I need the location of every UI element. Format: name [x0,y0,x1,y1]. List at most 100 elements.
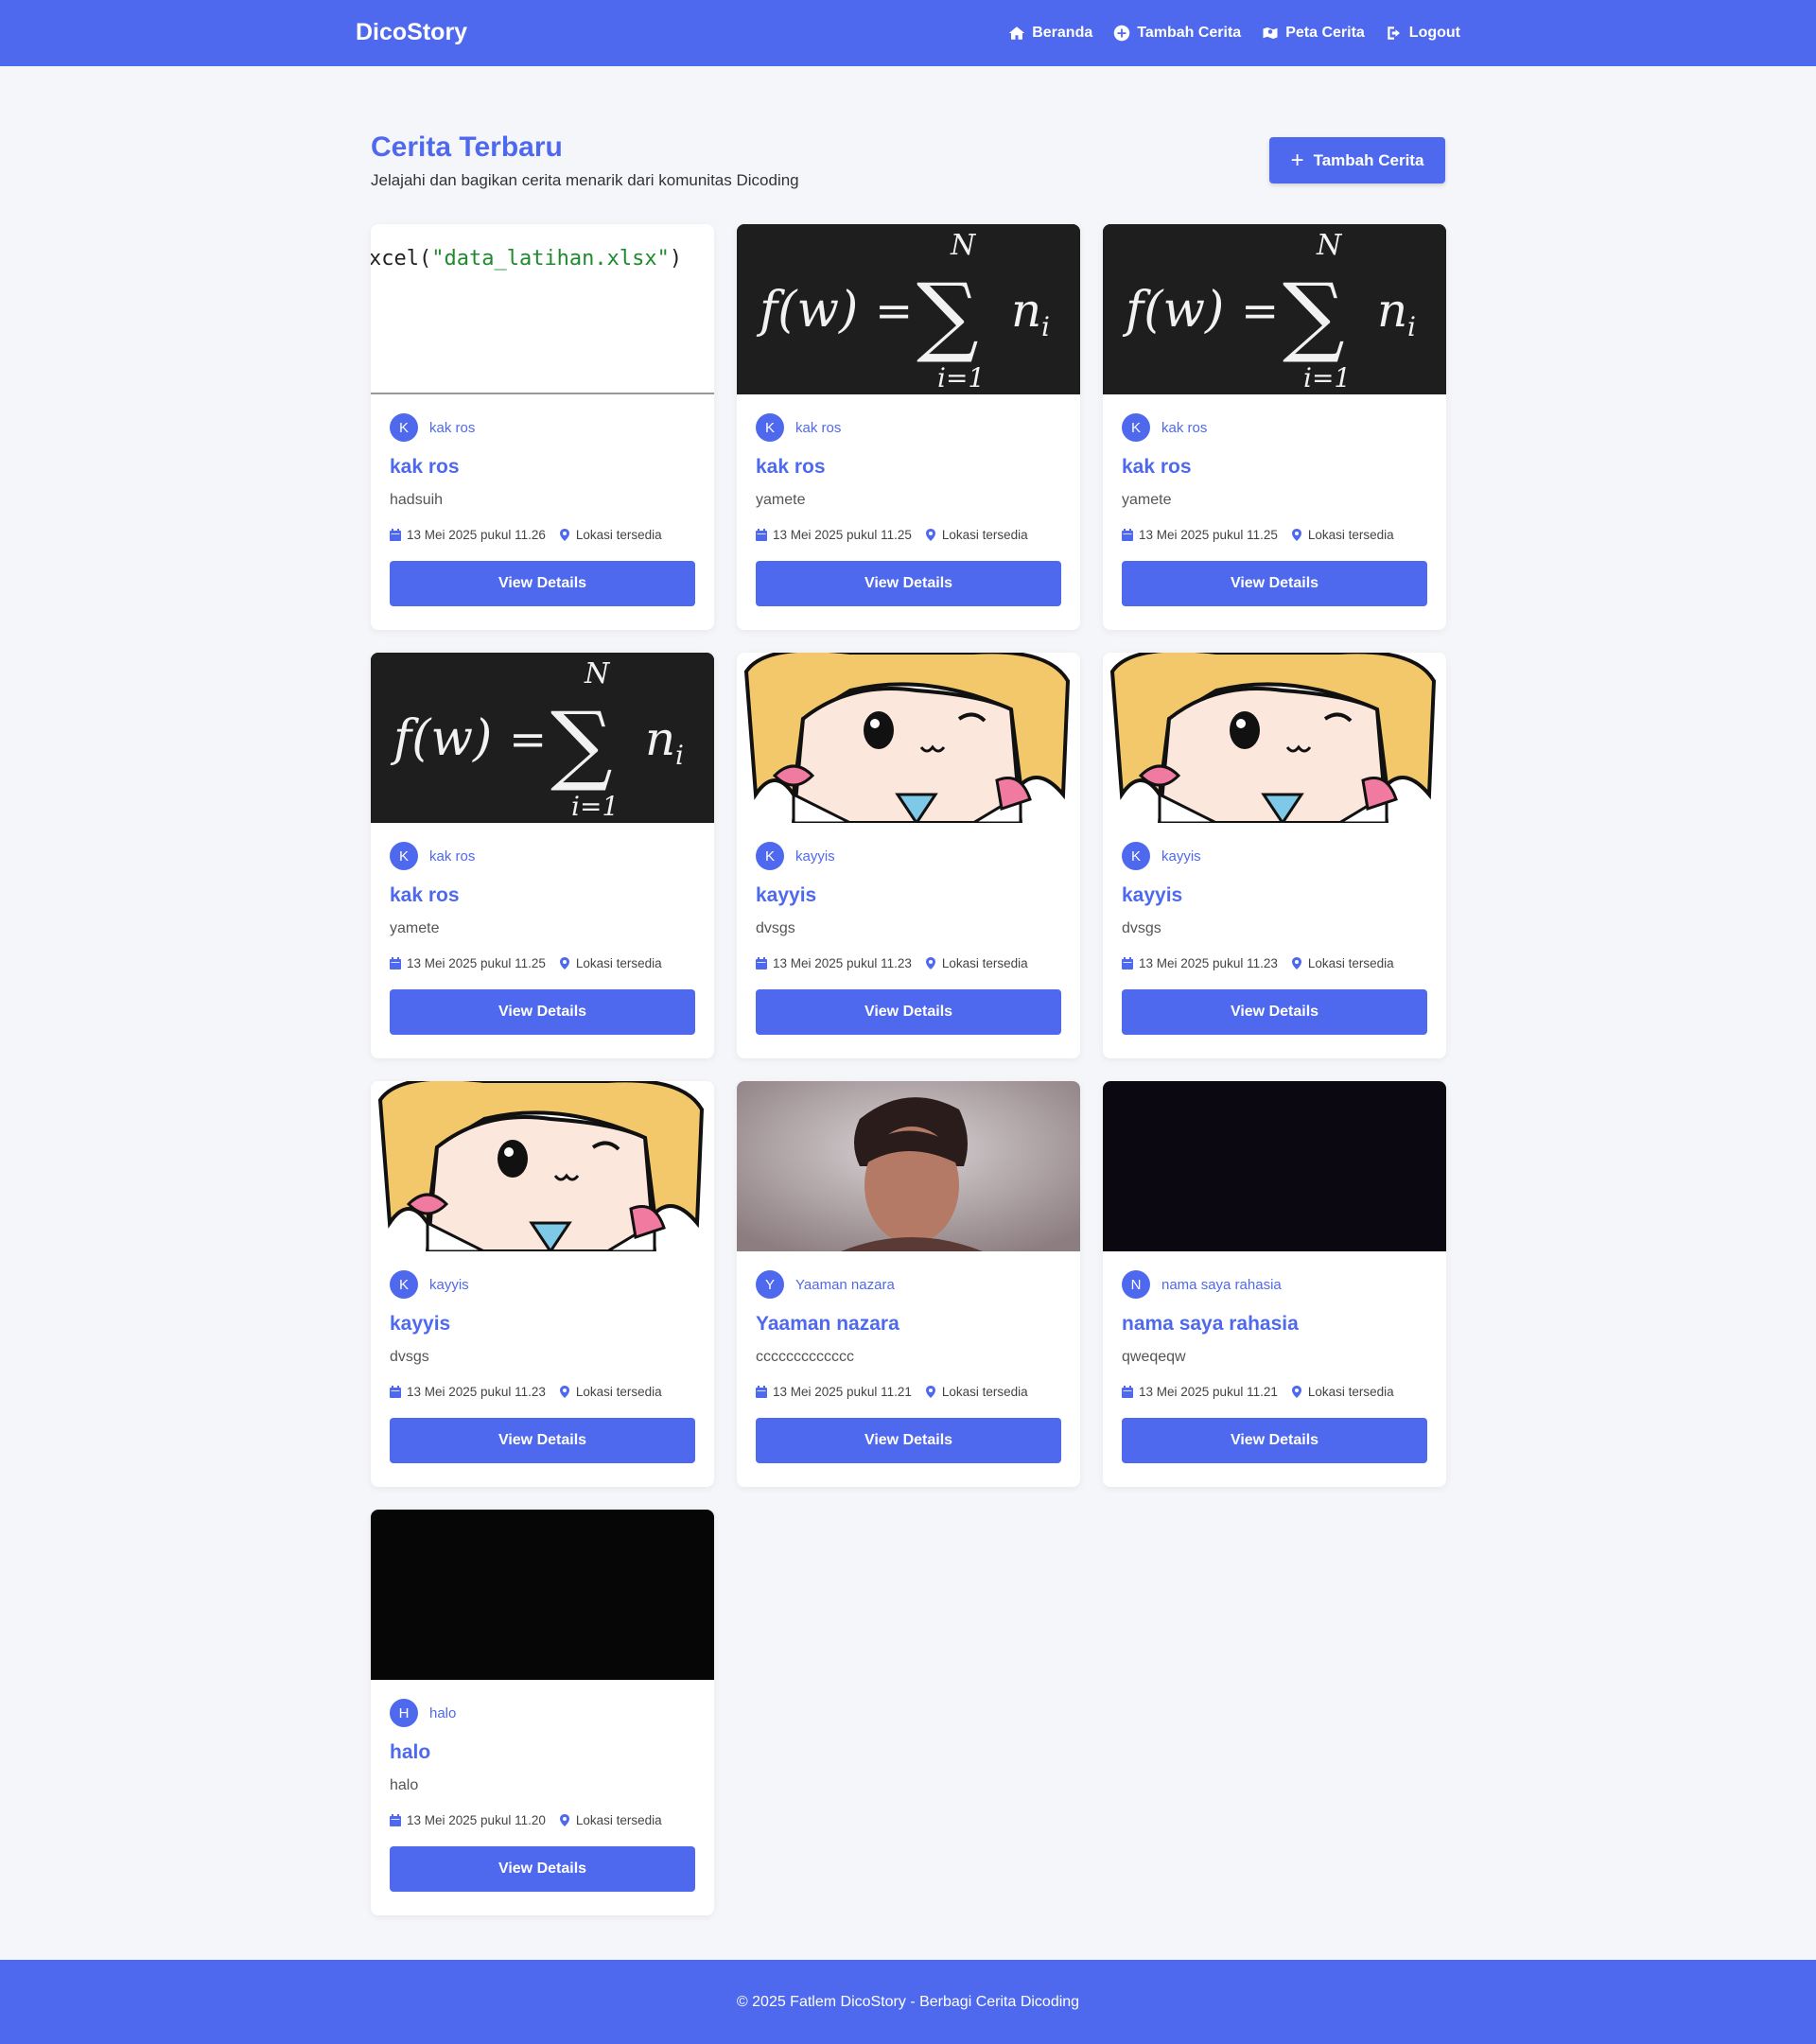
nav-logout[interactable]: Logout [1386,25,1460,42]
svg-text:i=1: i=1 [571,791,619,822]
story-card-body: K kak ros kak ros hadsuih 13 Mei 2025 pu… [371,394,714,606]
nav-add-story-label: Tambah Cerita [1137,25,1242,41]
story-date: 13 Mei 2025 pukul 11.21 [756,1385,912,1399]
story-description: yamete [390,920,440,936]
author-name: nama saya rahasia [1161,1276,1282,1293]
story-location: Lokasi tersedia [559,956,662,970]
add-story-button[interactable]: + Tambah Cerita [1269,137,1445,183]
story-title: nama saya rahasia [1122,1313,1299,1335]
story-date: 13 Mei 2025 pukul 11.26 [390,528,546,542]
svg-text:n: n [645,711,675,766]
navbar: DicoStory Beranda Tambah Cerita Peta Cer… [0,0,1816,66]
nav-home[interactable]: Beranda [1008,25,1092,42]
svg-text:=: = [1241,285,1279,338]
story-date-text: 13 Mei 2025 pukul 11.25 [773,527,912,542]
nav-add-story[interactable]: Tambah Cerita [1113,25,1241,42]
author-name: kayyis [1161,847,1201,865]
nav-map[interactable]: Peta Cerita [1262,25,1365,42]
story-location-text: Lokasi tersedia [941,527,1028,542]
story-card-body: K kak ros kak ros yamete 13 Mei 2025 puk… [1103,394,1446,606]
story-card: K kayyis kayyis dvsgs 13 Mei 2025 pukul … [737,653,1080,1058]
svg-text:n: n [1377,283,1407,338]
map-marker-icon [559,528,569,541]
svg-text:i: i [1407,311,1416,342]
calendar-icon [756,956,767,970]
author-name: halo [429,1704,457,1721]
story-date: 13 Mei 2025 pukul 11.23 [756,956,912,970]
story-card: xcel("data_latihan.xlsx") K kak ros kak … [371,224,714,630]
view-details-button[interactable]: View Details [1122,1418,1427,1463]
story-description: yamete [1122,492,1172,508]
view-details-button[interactable]: View Details [390,1418,695,1463]
svg-text:N: N [950,229,977,262]
calendar-icon [390,1385,401,1398]
story-location: Lokasi tersedia [559,1385,662,1399]
story-date-text: 13 Mei 2025 pukul 11.26 [407,527,546,542]
story-card: f(w) = ∑ N i=1 n i K kak ros kak ros yam… [1103,224,1446,630]
anime-graphic [371,1081,714,1251]
avatar: K [390,1270,418,1299]
story-meta: 13 Mei 2025 pukul 11.25 Lokasi tersedia [390,955,695,970]
story-meta: 13 Mei 2025 pukul 11.25 Lokasi tersedia [1122,527,1427,542]
story-location: Lokasi tersedia [1291,528,1394,542]
avatar: Y [756,1270,784,1299]
map-marker-icon [559,1813,569,1826]
view-details-button[interactable]: View Details [1122,561,1427,606]
story-card: K kayyis kayyis dvsgs 13 Mei 2025 pukul … [1103,653,1446,1058]
view-details-button[interactable]: View Details [1122,989,1427,1035]
map-marker-icon [1291,1385,1301,1398]
svg-text:i: i [675,740,684,771]
story-date-text: 13 Mei 2025 pukul 11.21 [1139,1384,1278,1399]
story-title: kayyis [756,884,817,906]
view-details-button[interactable]: View Details [756,1418,1061,1463]
brand-logo[interactable]: DicoStory [356,19,467,46]
avatar: N [1122,1270,1150,1299]
story-grid: xcel("data_latihan.xlsx") K kak ros kak … [371,224,1446,1915]
author-name: Yaaman nazara [795,1276,895,1293]
author-row: K kayyis [1122,842,1427,870]
story-location-text: Lokasi tersedia [575,527,662,542]
author-row: K kayyis [390,1270,695,1299]
story-location: Lokasi tersedia [925,528,1028,542]
story-card-body: H halo halo halo 13 Mei 2025 pukul 11.20… [371,1680,714,1892]
view-details-button[interactable]: View Details [756,989,1061,1035]
calendar-icon [390,956,401,970]
map-marker-icon [559,956,569,970]
author-row: K kak ros [390,413,695,442]
avatar: K [1122,842,1150,870]
view-details-button[interactable]: View Details [390,989,695,1035]
map-marker-icon [559,1385,569,1398]
story-card: Y Yaaman nazara Yaaman nazara cccccccccc… [737,1081,1080,1487]
svg-text:n: n [1011,283,1041,338]
story-title: kak ros [390,884,460,906]
story-meta: 13 Mei 2025 pukul 11.23 Lokasi tersedia [756,955,1061,970]
story-image: f(w) = ∑ N i=1 n i [737,224,1080,394]
formula-graphic: f(w) = ∑ N i=1 n i [1103,224,1446,394]
story-description: dvsgs [756,920,795,936]
map-marker-icon [925,528,935,541]
nav-home-label: Beranda [1032,25,1093,41]
formula-graphic: f(w) = ∑ N i=1 n i [737,224,1080,394]
story-location-text: Lokasi tersedia [575,1384,662,1399]
story-location-text: Lokasi tersedia [941,1384,1028,1399]
view-details-button[interactable]: View Details [390,1846,695,1892]
selfie-graphic [737,1081,1080,1251]
story-location: Lokasi tersedia [559,1813,662,1827]
story-image [1103,1081,1446,1251]
story-location-text: Lokasi tersedia [1307,527,1394,542]
svg-text:∑: ∑ [1283,265,1345,366]
story-date-text: 13 Mei 2025 pukul 11.20 [407,1812,546,1827]
story-description: yamete [756,492,806,508]
story-date: 13 Mei 2025 pukul 11.23 [390,1385,546,1399]
story-card-body: N nama saya rahasia nama saya rahasia qw… [1103,1251,1446,1463]
avatar: K [390,413,418,442]
author-name: kak ros [429,847,476,865]
page-title: Cerita Terbaru [371,131,563,163]
avatar: K [756,413,784,442]
view-details-button[interactable]: View Details [390,561,695,606]
story-image [1103,653,1446,823]
view-details-button[interactable]: View Details [756,561,1061,606]
story-meta: 13 Mei 2025 pukul 11.25 Lokasi tersedia [756,527,1061,542]
logout-icon [1388,26,1400,40]
plus-circle-icon [1114,25,1130,42]
